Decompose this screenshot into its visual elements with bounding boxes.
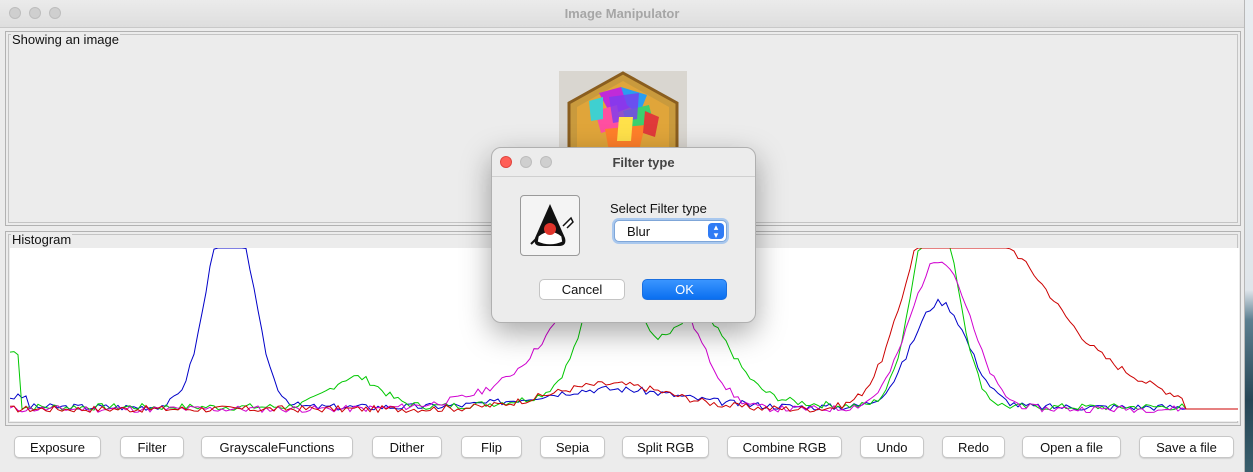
dither-button[interactable]: Dither — [372, 436, 442, 458]
dialog-title: Filter type — [612, 155, 675, 170]
undo-button[interactable]: Undo — [860, 436, 924, 458]
image-panel-label: Showing an image — [11, 32, 120, 47]
cancel-button[interactable]: Cancel — [539, 279, 625, 300]
dialog-title-bar: Filter type — [492, 148, 755, 177]
ok-button[interactable]: OK — [642, 279, 727, 300]
displayed-image — [559, 71, 687, 151]
filter-button[interactable]: Filter — [120, 436, 184, 458]
redo-button[interactable]: Redo — [942, 436, 1005, 458]
toolbar: Exposure Filter GrayscaleFunctions Dithe… — [0, 432, 1244, 462]
filter-type-selected-value: Blur — [627, 224, 651, 239]
grayscale-functions-button[interactable]: GrayscaleFunctions — [201, 436, 353, 458]
desktop-background — [1245, 0, 1253, 472]
save-file-button[interactable]: Save a file — [1139, 436, 1234, 458]
java-duke-icon — [520, 195, 580, 256]
title-bar: Image Manipulator — [0, 0, 1244, 28]
histogram-panel-label: Histogram — [11, 232, 73, 247]
exposure-button[interactable]: Exposure — [14, 436, 101, 458]
split-rgb-button[interactable]: Split RGB — [622, 436, 709, 458]
flip-button[interactable]: Flip — [461, 436, 522, 458]
updown-chevron-icon: ▴ ▾ — [708, 223, 724, 240]
open-file-button[interactable]: Open a file — [1022, 436, 1121, 458]
combine-rgb-button[interactable]: Combine RGB — [727, 436, 842, 458]
filter-type-prompt: Select Filter type — [610, 201, 707, 216]
sepia-button[interactable]: Sepia — [540, 436, 605, 458]
filter-type-dialog: Filter type Select Filter type Blur ▴ ▾ C… — [491, 147, 756, 323]
window-title: Image Manipulator — [564, 6, 680, 21]
filter-type-select[interactable]: Blur ▴ ▾ — [614, 220, 727, 242]
